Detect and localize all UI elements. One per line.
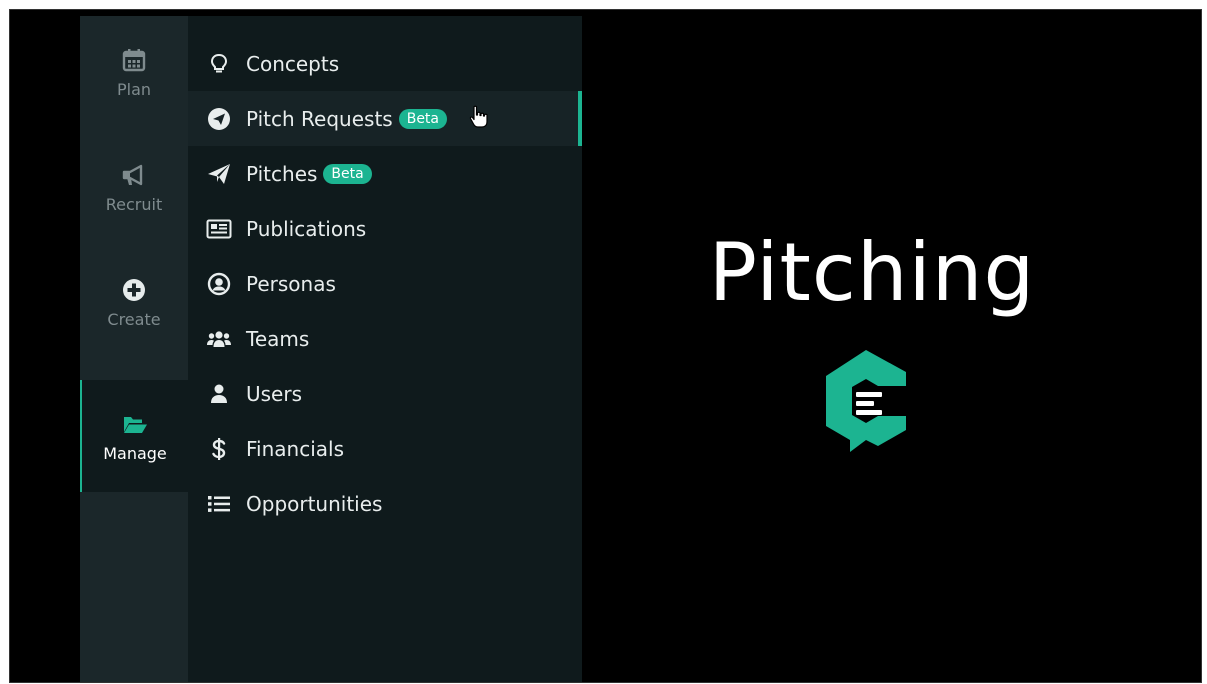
folder-open-icon <box>124 416 147 433</box>
title-stage: Pitching <box>582 10 1201 682</box>
menu-item-label: Teams <box>246 326 310 351</box>
list-icon <box>206 491 232 517</box>
paper-plane-circle-icon <box>206 106 232 132</box>
rail-item-plan[interactable]: Plan <box>80 16 188 128</box>
megaphone-icon <box>122 164 143 185</box>
page-title: Pitching <box>708 226 1036 319</box>
menu-item-label: Pitches <box>246 161 318 186</box>
rail-item-recruit[interactable]: Recruit <box>80 131 188 243</box>
dollar-icon <box>206 436 232 462</box>
user-icon <box>206 381 232 407</box>
menu-item-concepts[interactable]: Concepts <box>188 36 582 91</box>
users-icon <box>206 326 232 352</box>
user-circle-icon <box>206 271 232 297</box>
menu-item-personas[interactable]: Personas <box>188 256 582 311</box>
rail-item-manage[interactable]: Manage <box>80 380 188 492</box>
menu-item-publications[interactable]: Publications <box>188 201 582 256</box>
menu-item-users[interactable]: Users <box>188 366 582 421</box>
menu-item-opportunities[interactable]: Opportunities <box>188 476 582 531</box>
hand-cursor-icon <box>469 105 488 128</box>
app-frame: Plan Recruit Create Manage Concepts Pitc… <box>9 9 1202 683</box>
menu-item-label: Financials <box>246 436 344 461</box>
rail-item-label: Recruit <box>105 194 163 214</box>
menu-item-financials[interactable]: Financials <box>188 421 582 476</box>
rail-item-label: Create <box>107 309 161 329</box>
menu-item-label: Personas <box>246 271 336 296</box>
menu-item-label: Pitch Requests <box>246 106 393 131</box>
manage-menu: Concepts Pitch Requests Beta Pitches Bet… <box>188 16 582 682</box>
menu-item-label: Publications <box>246 216 367 241</box>
rail-item-label: Manage <box>103 443 167 463</box>
primary-rail: Plan Recruit Create Manage <box>80 16 188 682</box>
menu-item-label: Opportunities <box>246 491 383 516</box>
menu-item-pitch-requests[interactable]: Pitch Requests Beta <box>188 91 582 146</box>
beta-badge: Beta <box>398 108 448 129</box>
plus-circle-icon <box>123 278 145 301</box>
brand-logo-icon <box>826 350 906 452</box>
newspaper-icon <box>206 216 232 242</box>
lightbulb-icon <box>206 51 232 77</box>
paper-plane-icon <box>206 161 232 187</box>
calendar-icon <box>122 48 146 71</box>
rail-item-create[interactable]: Create <box>80 246 188 358</box>
menu-item-label: Concepts <box>246 51 340 76</box>
rail-item-label: Plan <box>116 79 152 99</box>
beta-badge: Beta <box>323 163 372 184</box>
menu-item-teams[interactable]: Teams <box>188 311 582 366</box>
menu-item-pitches[interactable]: Pitches Beta <box>188 146 582 201</box>
menu-item-label: Users <box>246 381 303 406</box>
